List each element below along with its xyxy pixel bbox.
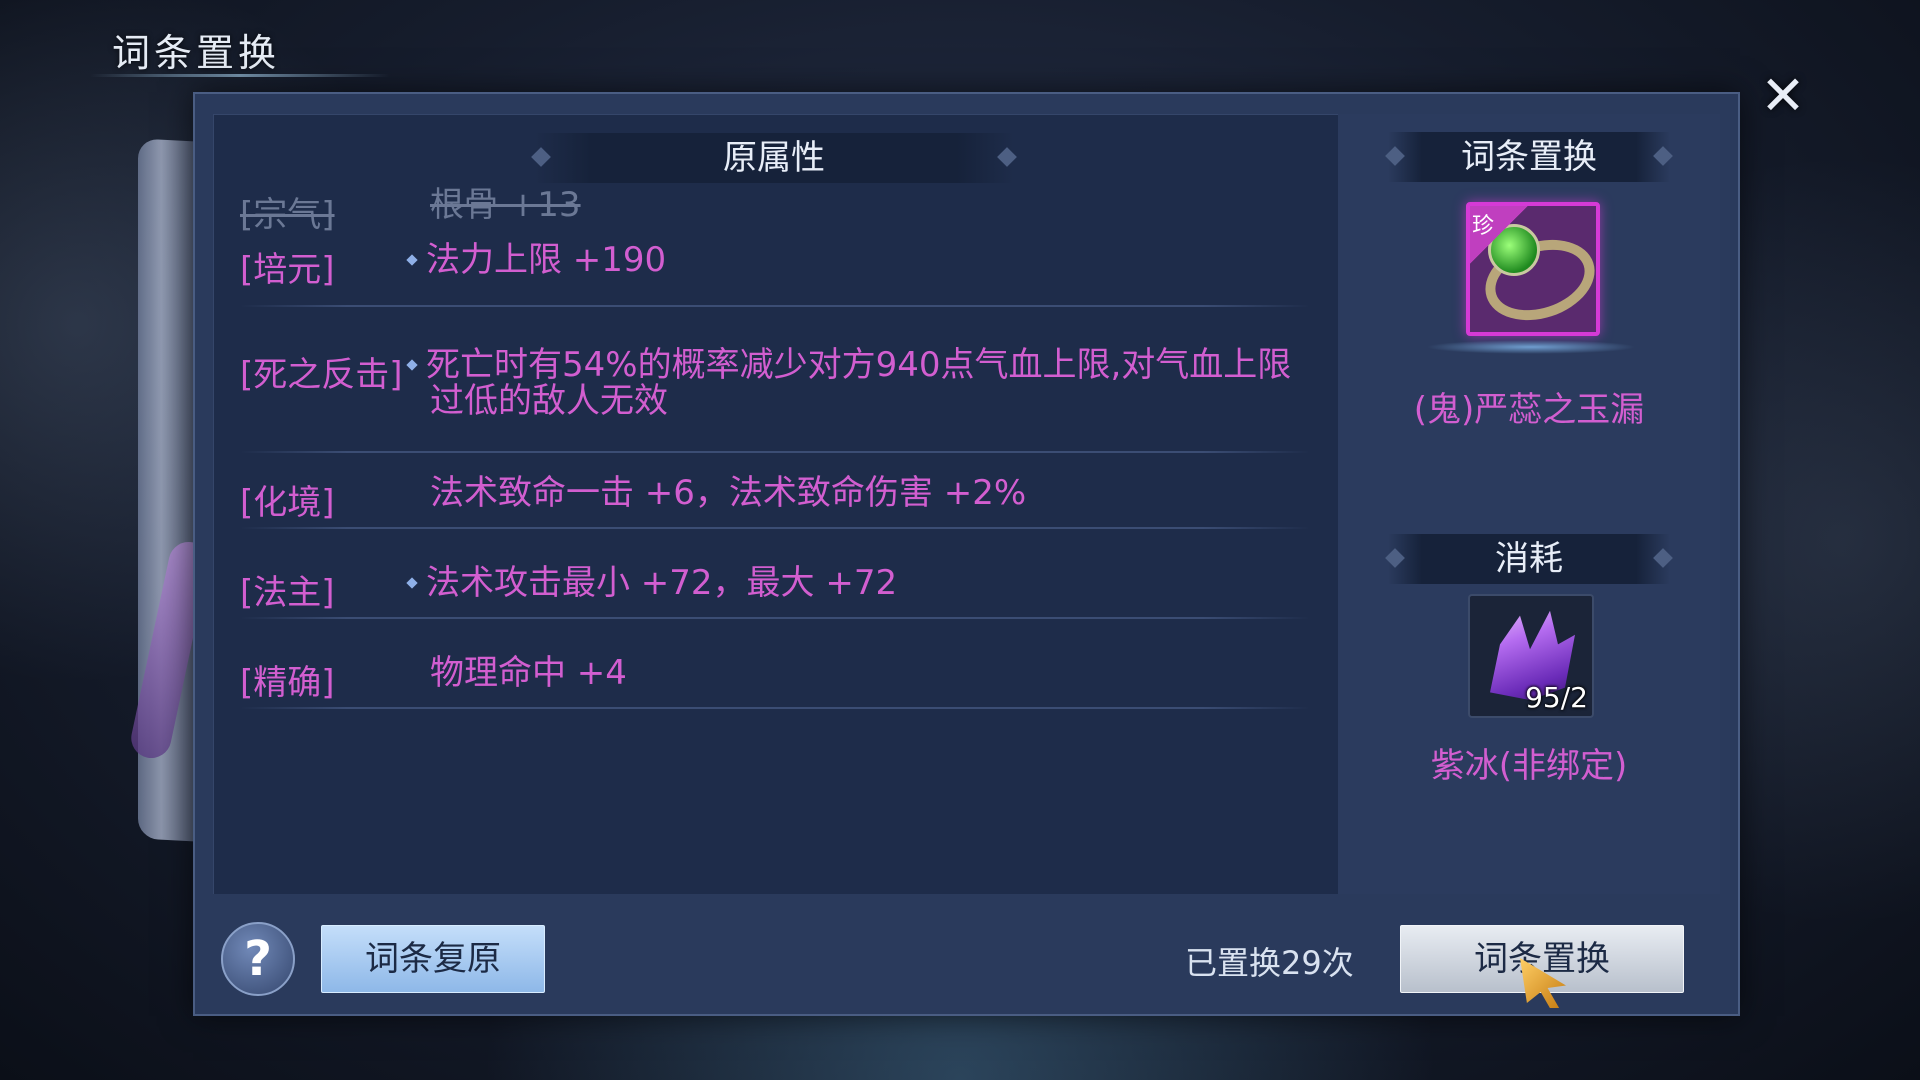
attribute-name: [化境] <box>240 483 335 523</box>
row-divider <box>240 707 1310 709</box>
original-attributes-header: 原属性 <box>534 133 1014 183</box>
rarity-label: 珍 <box>1472 214 1495 239</box>
attribute-value: 法术攻击最小 +72，最大 +72 <box>426 563 898 603</box>
attribute-name: [宗气] <box>240 195 335 235</box>
equipment-name: (鬼)严蕊之玉漏 <box>1413 390 1645 430</box>
row-divider <box>240 305 1310 307</box>
bottom-bar: ? 词条复原 已置换29次 词条置换 <box>195 894 1738 1014</box>
attribute-name: [法主] <box>240 573 335 613</box>
diamond-bullet-icon <box>406 358 418 371</box>
diamond-bullet-icon <box>406 253 418 266</box>
attribute-value: 死亡时有54%的概率减少对方940点气血上限,对气血上限过低的敌人无效 <box>426 345 1292 421</box>
attribute-name: [死之反击] <box>240 355 403 395</box>
diamond-bullet-icon <box>406 576 418 589</box>
attribute-value: 法术致命一击 +6，法术致命伤害 +2% <box>430 473 1027 513</box>
replacement-area: 词条置换 珍 (鬼)严蕊之玉漏 消耗 95/2 紫冰(非绑定) <box>1338 114 1720 894</box>
dialog-panel: 原属性 [宗气] 根骨 +13 [培元] 法力上限 +190 [死之反击] 死亡… <box>193 92 1740 1016</box>
close-icon[interactable]: ✕ <box>1755 68 1811 124</box>
replaced-count-text: 已置换29次 <box>1185 944 1354 982</box>
title-underline <box>90 74 390 77</box>
help-button[interactable]: ? <box>221 922 295 996</box>
cost-item-name: 紫冰(非绑定) <box>1430 746 1628 786</box>
cost-item-slot[interactable]: 95/2 <box>1468 594 1594 718</box>
question-mark-icon: ? <box>244 931 272 987</box>
attribute-name: [培元] <box>240 250 335 290</box>
window-title: 词条置换 <box>112 31 281 75</box>
attribute-value: 根骨 +13 <box>430 185 581 225</box>
cost-item-count: 95/2 <box>1525 681 1588 714</box>
cost-header: 消耗 <box>1388 534 1670 584</box>
row-divider <box>240 451 1310 453</box>
attribute-value: 法力上限 +190 <box>426 240 667 280</box>
attribute-value: 物理命中 +4 <box>430 653 627 693</box>
equipment-slot[interactable]: 珍 <box>1466 202 1600 336</box>
slot-glow <box>1426 340 1636 354</box>
original-attributes-area: 原属性 [宗气] 根骨 +13 [培元] 法力上限 +190 [死之反击] 死亡… <box>213 114 1340 896</box>
replacement-header: 词条置换 <box>1388 132 1670 182</box>
row-divider <box>240 617 1310 619</box>
row-divider <box>240 527 1310 529</box>
restore-button[interactable]: 词条复原 <box>321 925 545 993</box>
attribute-name: [精确] <box>240 663 335 703</box>
